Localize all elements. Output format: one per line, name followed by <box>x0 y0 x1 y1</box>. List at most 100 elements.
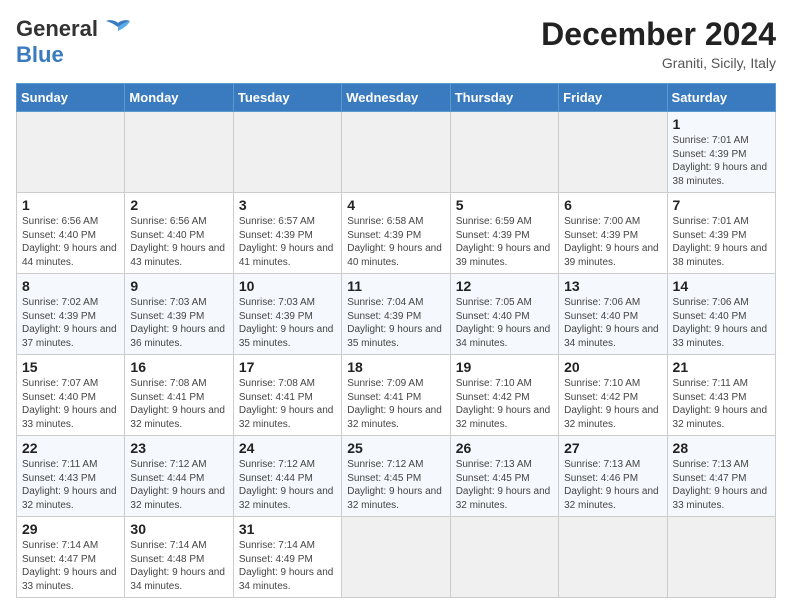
calendar-cell <box>125 112 233 193</box>
cell-content: Sunrise: 7:04 AM Sunset: 4:39 PM Dayligh… <box>347 296 444 350</box>
calendar-cell <box>17 112 125 193</box>
day-number: 17 <box>239 359 336 375</box>
day-number: 28 <box>673 440 770 456</box>
calendar-cell: 18 Sunrise: 7:09 AM Sunset: 4:41 PM Dayli… <box>342 355 450 436</box>
calendar-cell: 6Sunrise: 7:00 AM Sunset: 4:39 PM Daylig… <box>559 193 667 274</box>
day-number: 26 <box>456 440 553 456</box>
calendar-cell: 24 Sunrise: 7:12 AM Sunset: 4:44 PM Dayli… <box>233 436 341 517</box>
calendar-cell <box>450 112 558 193</box>
cell-content: Sunrise: 7:13 AM Sunset: 4:45 PM Dayligh… <box>456 458 553 512</box>
calendar-cell: 20 Sunrise: 7:10 AM Sunset: 4:42 PM Dayli… <box>559 355 667 436</box>
column-header-tuesday: Tuesday <box>233 84 341 112</box>
day-number: 15 <box>22 359 119 375</box>
day-number: 16 <box>130 359 227 375</box>
calendar-cell: 8 Sunrise: 7:02 AM Sunset: 4:39 PM Daylig… <box>17 274 125 355</box>
day-number: 1 <box>22 197 119 213</box>
day-number: 20 <box>564 359 661 375</box>
day-number: 22 <box>22 440 119 456</box>
day-number: 8 <box>22 278 119 294</box>
cell-content: Sunrise: 7:06 AM Sunset: 4:40 PM Dayligh… <box>564 296 661 350</box>
day-number: 10 <box>239 278 336 294</box>
day-number: 9 <box>130 278 227 294</box>
calendar-cell: 27 Sunrise: 7:13 AM Sunset: 4:46 PM Dayli… <box>559 436 667 517</box>
column-header-saturday: Saturday <box>667 84 775 112</box>
calendar-cell: 30 Sunrise: 7:14 AM Sunset: 4:48 PM Dayli… <box>125 517 233 598</box>
location: Graniti, Sicily, Italy <box>541 55 776 71</box>
day-number: 2 <box>130 197 227 213</box>
cell-content: Sunrise: 7:05 AM Sunset: 4:40 PM Dayligh… <box>456 296 553 350</box>
day-number: 3 <box>239 197 336 213</box>
day-number: 5 <box>456 197 553 213</box>
logo-text: General <box>16 16 132 42</box>
calendar-cell: 26 Sunrise: 7:13 AM Sunset: 4:45 PM Dayli… <box>450 436 558 517</box>
calendar-cell <box>559 517 667 598</box>
cell-content: Sunrise: 7:09 AM Sunset: 4:41 PM Dayligh… <box>347 377 444 431</box>
cell-content: Sunrise: 7:08 AM Sunset: 4:41 PM Dayligh… <box>130 377 227 431</box>
calendar-cell: 21Sunrise: 7:11 AM Sunset: 4:43 PM Dayli… <box>667 355 775 436</box>
calendar-cell <box>342 517 450 598</box>
calendar-cell: 5 Sunrise: 6:59 AM Sunset: 4:39 PM Daylig… <box>450 193 558 274</box>
day-number: 24 <box>239 440 336 456</box>
calendar-cell: 15 Sunrise: 7:07 AM Sunset: 4:40 PM Dayli… <box>17 355 125 436</box>
cell-content: Sunrise: 7:10 AM Sunset: 4:42 PM Dayligh… <box>456 377 553 431</box>
day-number: 29 <box>22 521 119 537</box>
calendar-cell: 29Sunrise: 7:14 AM Sunset: 4:47 PM Dayli… <box>17 517 125 598</box>
calendar-cell: 11 Sunrise: 7:04 AM Sunset: 4:39 PM Dayli… <box>342 274 450 355</box>
cell-content: Sunrise: 7:10 AM Sunset: 4:42 PM Dayligh… <box>564 377 661 431</box>
calendar-cell: 16 Sunrise: 7:08 AM Sunset: 4:41 PM Dayli… <box>125 355 233 436</box>
page-header: General Blue December 2024 Graniti, Sici… <box>16 16 776 71</box>
column-header-monday: Monday <box>125 84 233 112</box>
cell-content: Sunrise: 7:07 AM Sunset: 4:40 PM Dayligh… <box>22 377 119 431</box>
calendar-cell: 4Sunrise: 6:58 AM Sunset: 4:39 PM Daylig… <box>342 193 450 274</box>
calendar-cell: 31 Sunrise: 7:14 AM Sunset: 4:49 PM Dayli… <box>233 517 341 598</box>
day-number: 7 <box>673 197 770 213</box>
cell-content: Sunrise: 7:14 AM Sunset: 4:49 PM Dayligh… <box>239 539 336 593</box>
day-number: 31 <box>239 521 336 537</box>
calendar-cell: 14Sunrise: 7:06 AM Sunset: 4:40 PM Dayli… <box>667 274 775 355</box>
cell-content: Sunrise: 7:01 AM Sunset: 4:39 PM Dayligh… <box>673 134 770 188</box>
column-header-wednesday: Wednesday <box>342 84 450 112</box>
calendar-cell: 3Sunrise: 6:57 AM Sunset: 4:39 PM Daylig… <box>233 193 341 274</box>
cell-content: Sunrise: 7:13 AM Sunset: 4:47 PM Dayligh… <box>673 458 770 512</box>
calendar-cell <box>233 112 341 193</box>
calendar-cell: 22Sunrise: 7:11 AM Sunset: 4:43 PM Dayli… <box>17 436 125 517</box>
calendar-cell: 28 Sunrise: 7:13 AM Sunset: 4:47 PM Dayli… <box>667 436 775 517</box>
month-title: December 2024 <box>541 16 776 53</box>
calendar-cell: 12 Sunrise: 7:05 AM Sunset: 4:40 PM Dayli… <box>450 274 558 355</box>
day-number: 25 <box>347 440 444 456</box>
cell-content: Sunrise: 7:06 AM Sunset: 4:40 PM Dayligh… <box>673 296 770 350</box>
logo-blue-text: Blue <box>16 42 64 67</box>
cell-content: Sunrise: 7:00 AM Sunset: 4:39 PM Dayligh… <box>564 215 661 269</box>
calendar-cell: 13Sunrise: 7:06 AM Sunset: 4:40 PM Dayli… <box>559 274 667 355</box>
cell-content: Sunrise: 7:14 AM Sunset: 4:48 PM Dayligh… <box>130 539 227 593</box>
calendar-cell <box>450 517 558 598</box>
logo-bird-icon <box>104 19 132 41</box>
column-header-thursday: Thursday <box>450 84 558 112</box>
day-number: 21 <box>673 359 770 375</box>
day-number: 27 <box>564 440 661 456</box>
calendar-cell: 10Sunrise: 7:03 AM Sunset: 4:39 PM Dayli… <box>233 274 341 355</box>
calendar-cell: 9Sunrise: 7:03 AM Sunset: 4:39 PM Daylig… <box>125 274 233 355</box>
day-number: 30 <box>130 521 227 537</box>
calendar-cell <box>342 112 450 193</box>
calendar-cell <box>667 517 775 598</box>
title-block: December 2024 Graniti, Sicily, Italy <box>541 16 776 71</box>
calendar-cell: 1Sunrise: 7:01 AM Sunset: 4:39 PM Daylig… <box>667 112 775 193</box>
cell-content: Sunrise: 7:12 AM Sunset: 4:45 PM Dayligh… <box>347 458 444 512</box>
day-number: 12 <box>456 278 553 294</box>
day-number: 18 <box>347 359 444 375</box>
calendar-table: SundayMondayTuesdayWednesdayThursdayFrid… <box>16 83 776 598</box>
day-number: 11 <box>347 278 444 294</box>
cell-content: Sunrise: 7:02 AM Sunset: 4:39 PM Dayligh… <box>22 296 119 350</box>
day-number: 23 <box>130 440 227 456</box>
cell-content: Sunrise: 7:08 AM Sunset: 4:41 PM Dayligh… <box>239 377 336 431</box>
cell-content: Sunrise: 7:12 AM Sunset: 4:44 PM Dayligh… <box>130 458 227 512</box>
calendar-cell <box>559 112 667 193</box>
cell-content: Sunrise: 6:59 AM Sunset: 4:39 PM Dayligh… <box>456 215 553 269</box>
cell-content: Sunrise: 6:56 AM Sunset: 4:40 PM Dayligh… <box>22 215 119 269</box>
calendar-cell: 1 Sunrise: 6:56 AM Sunset: 4:40 PM Daylig… <box>17 193 125 274</box>
cell-content: Sunrise: 7:13 AM Sunset: 4:46 PM Dayligh… <box>564 458 661 512</box>
logo: General Blue <box>16 16 132 68</box>
cell-content: Sunrise: 7:12 AM Sunset: 4:44 PM Dayligh… <box>239 458 336 512</box>
cell-content: Sunrise: 6:56 AM Sunset: 4:40 PM Dayligh… <box>130 215 227 269</box>
